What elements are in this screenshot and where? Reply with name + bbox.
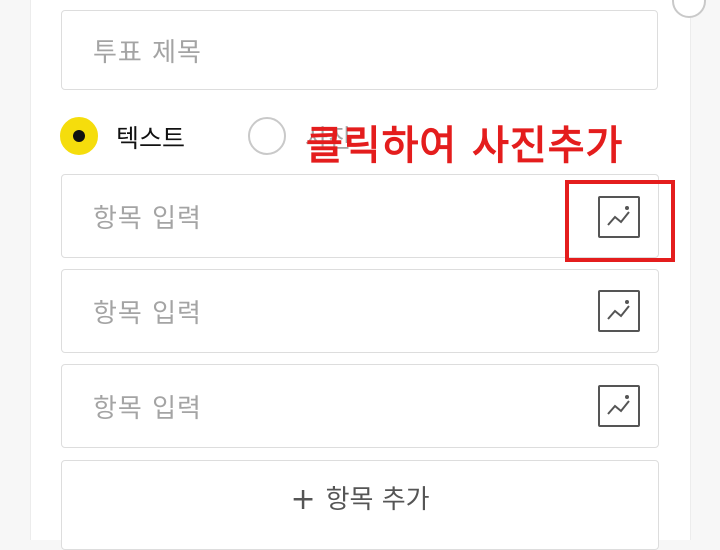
item-placeholder: 항목 입력	[93, 393, 202, 424]
item-placeholder: 항목 입력	[93, 298, 202, 329]
plus-icon: +	[290, 482, 316, 517]
poll-item-input[interactable]: 항목 입력	[61, 269, 659, 353]
add-item-label: 항목 추가	[325, 485, 430, 515]
radio-selected-dot	[73, 130, 85, 142]
item-placeholder: 항목 입력	[93, 203, 202, 234]
add-image-icon[interactable]	[598, 290, 640, 332]
add-item-button[interactable]: + 항목 추가	[61, 460, 659, 550]
radio-label-text[interactable]: 텍스트	[116, 119, 185, 155]
poll-title-input[interactable]: 투표 제목	[61, 10, 658, 90]
poll-title-placeholder: 투표 제목	[93, 37, 202, 68]
radio-text-type[interactable]	[60, 117, 98, 155]
add-image-icon[interactable]	[598, 385, 640, 427]
poll-item-input[interactable]: 항목 입력	[61, 364, 659, 448]
radio-image-type[interactable]	[248, 117, 286, 155]
annotation-highlight-box	[565, 180, 675, 262]
annotation-text: 클릭하여 사진추가	[306, 123, 624, 169]
